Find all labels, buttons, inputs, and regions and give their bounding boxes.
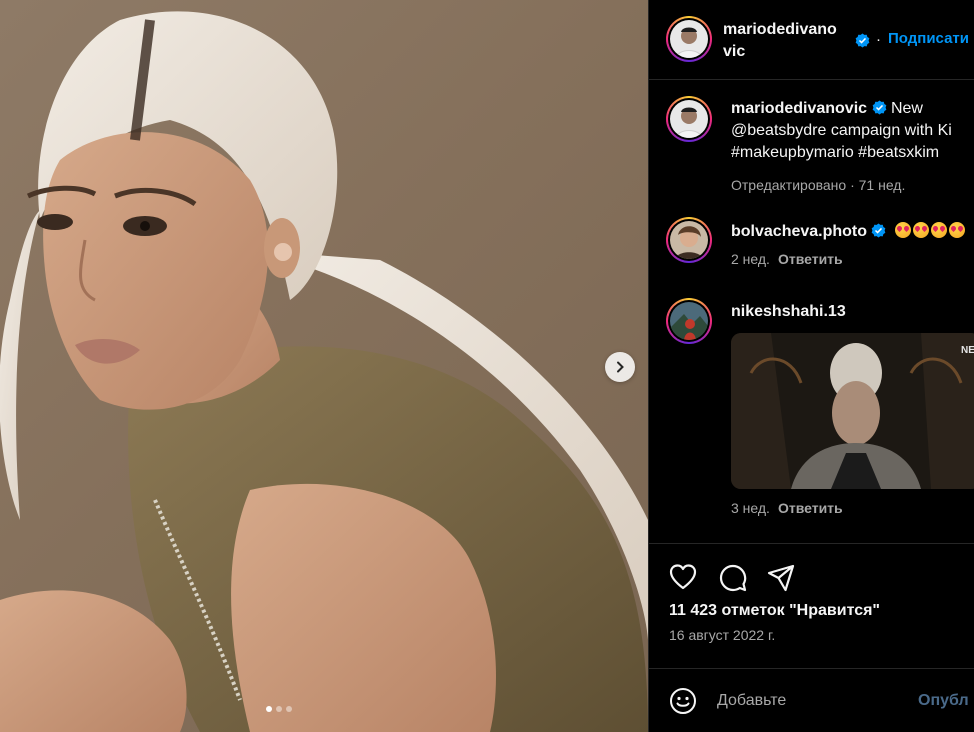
author-avatar-image (670, 20, 708, 58)
comment-gif[interactable]: NET (731, 333, 974, 489)
comment-meta: 2 нед. Ответить (731, 251, 965, 267)
follow-button[interactable]: Подписати (888, 30, 969, 47)
verified-badge-icon (872, 100, 886, 115)
gif-watermark: NET (961, 345, 974, 356)
caption-avatar-image (670, 100, 708, 138)
comment-item: bolvacheva.photo 2 нед. Ответить (731, 222, 965, 267)
commenter-avatar[interactable] (666, 217, 712, 263)
author-avatar[interactable] (666, 16, 712, 62)
comment-icon[interactable] (719, 564, 747, 592)
post-date: 16 август 2022 г. (669, 627, 776, 643)
commenter-avatar-image (670, 302, 708, 340)
heart-eyes-emojis (894, 222, 965, 238)
commenter-avatar-image (670, 221, 708, 259)
author-username[interactable]: mariodedivano vic (723, 19, 851, 63)
author-username-line2: vic (723, 43, 746, 60)
caption-text-line2[interactable]: @beatsbydre campaign with Ki (731, 122, 952, 139)
caption-author-avatar[interactable] (666, 96, 712, 142)
carousel-dot (286, 706, 292, 712)
heart-eyes-emoji-icon (894, 222, 911, 238)
comment-input[interactable]: Добавьте (717, 692, 786, 710)
author-username-line1: mariodedivano (723, 21, 837, 38)
carousel-dot (266, 706, 272, 712)
carousel-indicator (266, 706, 292, 712)
carousel-dot (276, 706, 282, 712)
post-actions: 11 423 отметок "Нравится" 16 август 2022… (649, 543, 974, 663)
chevron-right-icon (617, 361, 624, 373)
comment-meta: 3 нед. Ответить (731, 500, 843, 516)
caption-hashtags[interactable]: #makeupbymario #beatsxkim (731, 144, 939, 161)
post-media[interactable] (0, 0, 648, 732)
like-count[interactable]: 11 423 отметок "Нравится" (669, 602, 880, 620)
comment-item: nikeshshahi.13 (731, 303, 846, 321)
reply-button[interactable]: Ответить (778, 251, 843, 267)
smiley-icon[interactable] (669, 687, 697, 715)
commenter-avatar[interactable] (666, 298, 712, 344)
heart-eyes-emoji-icon (930, 222, 947, 238)
post-photo (0, 11, 648, 732)
verified-badge-icon (855, 33, 870, 48)
reply-button[interactable]: Ответить (778, 500, 843, 516)
heart-eyes-emoji-icon (948, 222, 965, 238)
heart-icon[interactable] (669, 564, 697, 590)
comment-time: 2 нед. (731, 251, 770, 267)
gif-image (731, 333, 974, 489)
send-icon[interactable] (767, 564, 795, 592)
post-caption: mariodedivanovic New @beatsbydre campaig… (731, 98, 974, 196)
comment-username[interactable]: bolvacheva.photo (731, 223, 867, 240)
add-comment-bar: Добавьте Опубл (649, 668, 974, 732)
post-comment-button[interactable]: Опубл (918, 692, 969, 710)
comment-username[interactable]: nikeshshahi.13 (731, 303, 846, 320)
caption-meta: Отредактировано · 71 нед. (731, 177, 906, 193)
comment-time: 3 нед. (731, 500, 770, 516)
post-header: mariodedivano vic · Подписати (649, 0, 974, 80)
caption-text-line1: New (890, 100, 923, 117)
caption-username[interactable]: mariodedivanovic (731, 100, 867, 117)
heart-eyes-emoji-icon (912, 222, 929, 238)
header-separator: · (876, 31, 881, 48)
post-side-panel: mariodedivano vic · Подписати mariodediv… (648, 0, 974, 732)
verified-badge-icon (872, 223, 886, 238)
next-slide-button[interactable] (605, 352, 635, 382)
